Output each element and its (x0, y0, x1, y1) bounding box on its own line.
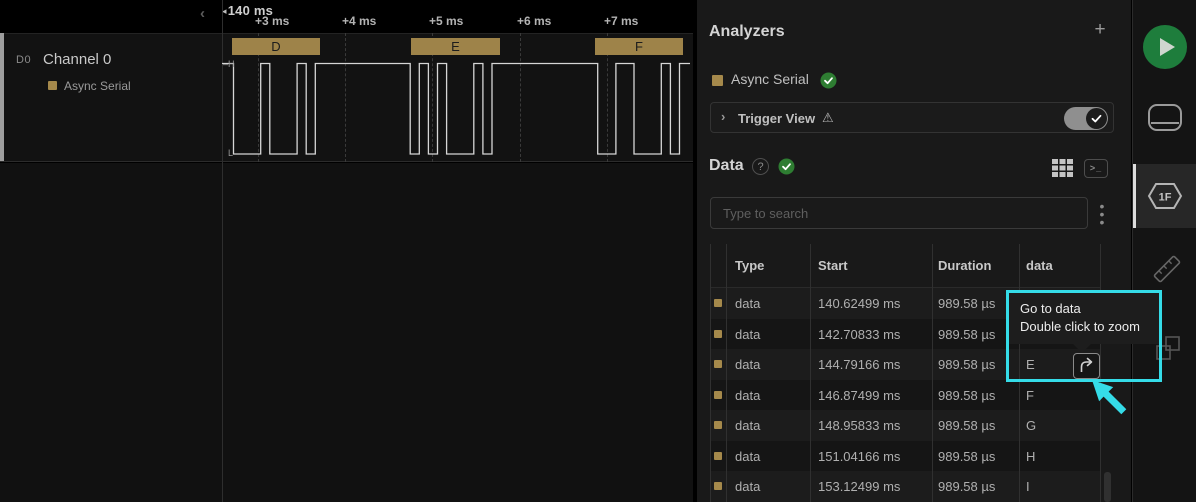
row-analyzer-swatch (714, 452, 722, 460)
row-analyzer-swatch (714, 360, 722, 368)
channel-analyzer-swatch (48, 81, 57, 90)
low-level-label: L (228, 148, 233, 158)
cell-start: 151.04166 ms (818, 449, 900, 464)
timeline-tick-label: +6 ms (517, 14, 551, 28)
cell-duration: 989.58 µs (938, 418, 995, 433)
cell-data: H (1026, 449, 1035, 464)
cell-type: data (735, 357, 760, 372)
cell-duration: 989.58 µs (938, 388, 995, 403)
play-icon (1143, 25, 1187, 69)
table-row[interactable]: data 146.87499 ms 989.58 µs F (710, 380, 1101, 411)
tooltip-bubble: Go to data Double click to zoom (1009, 293, 1159, 344)
timeline-tick-label: +7 ms (604, 14, 638, 28)
cell-type: data (735, 449, 760, 464)
col-header-duration[interactable]: Duration (938, 258, 991, 273)
ruler-icon (1133, 248, 1196, 290)
timeline-tick-label: +3 ms (255, 14, 289, 28)
trigger-view-row[interactable]: › Trigger View ⚠ (710, 102, 1114, 133)
col-header-data[interactable]: data (1026, 258, 1053, 273)
chevron-right-icon[interactable]: › (721, 109, 725, 124)
col-header-start[interactable]: Start (818, 258, 848, 273)
analyzer-item-async-serial[interactable]: Async Serial (731, 71, 809, 87)
cell-data: G (1026, 418, 1036, 433)
analyzer-ok-check-icon (820, 72, 837, 89)
tooltip-notch (1073, 344, 1091, 353)
trigger-view-label: Trigger View (738, 111, 815, 126)
cell-type: data (735, 388, 760, 403)
row-analyzer-swatch (714, 482, 722, 490)
channel-name[interactable]: Channel 0 (43, 51, 111, 68)
cell-type: data (735, 418, 760, 433)
svg-text:1F: 1F (1159, 192, 1172, 204)
search-box (710, 197, 1088, 229)
device-settings-button[interactable] (1133, 96, 1196, 140)
table-view-icon[interactable] (1052, 159, 1073, 177)
device-icon (1133, 96, 1196, 140)
analyzer-color-swatch (712, 75, 723, 86)
capture-tab-active[interactable]: 1F (1133, 164, 1196, 228)
timeline-ruler: ‹ ◂140 ms +3 ms+4 ms+5 ms+6 ms+7 ms (0, 0, 693, 33)
tooltip-line-1: Go to data (1020, 300, 1148, 318)
timeline-back-icon[interactable]: ‹ (200, 5, 216, 23)
terminal-view-icon[interactable]: >_ (1084, 159, 1108, 178)
cell-start: 153.12499 ms (818, 479, 900, 494)
tooltip-line-2: Double click to zoom (1020, 318, 1148, 336)
cell-type: data (735, 296, 760, 311)
toggle-check-icon (1086, 108, 1107, 129)
table-row[interactable]: data 148.95833 ms 989.58 µs G (710, 410, 1101, 441)
cell-start: 148.95833 ms (818, 418, 900, 433)
timeline-tick-label: +5 ms (429, 14, 463, 28)
cell-type: data (735, 479, 760, 494)
cell-duration: 989.58 µs (938, 449, 995, 464)
hex-frame-icon: 1F (1133, 164, 1196, 228)
toggle-knob (1086, 108, 1107, 129)
go-to-arrow-icon (1074, 354, 1099, 378)
measure-button[interactable] (1133, 248, 1196, 290)
empty-track-area (0, 163, 693, 502)
channel-analyzer-label[interactable]: Async Serial (64, 79, 131, 93)
row-analyzer-swatch (714, 330, 722, 338)
analyzers-title: Analyzers (709, 23, 785, 41)
analyzer-side-panel: Analyzers + Async Serial › Trigger View … (697, 0, 1131, 502)
data-ok-check-icon (778, 158, 795, 175)
row-analyzer-swatch (714, 299, 722, 307)
cell-data: I (1026, 479, 1030, 494)
add-analyzer-button[interactable]: + (1091, 21, 1109, 39)
table-scrollbar-thumb[interactable] (1104, 472, 1111, 502)
help-icon[interactable]: ? (752, 158, 769, 175)
cell-duration: 989.58 µs (938, 357, 995, 372)
cell-duration: 989.58 µs (938, 327, 995, 342)
table-row[interactable]: data 153.12499 ms 989.58 µs I (710, 471, 1101, 502)
warning-icon: ⚠ (822, 110, 834, 126)
waveform-panel: ‹ ◂140 ms +3 ms+4 ms+5 ms+6 ms+7 ms D0 C… (0, 0, 693, 502)
col-header-type[interactable]: Type (735, 258, 764, 273)
logic-analyzer-app: ‹ ◂140 ms +3 ms+4 ms+5 ms+6 ms+7 ms D0 C… (0, 0, 1196, 502)
cell-hover-highlight: Go to data Double click to zoom (1006, 290, 1162, 382)
channel-selection-strip (0, 33, 4, 161)
cell-duration: 989.58 µs (938, 479, 995, 494)
timeline-tick-label: +4 ms (342, 14, 376, 28)
trigger-view-toggle[interactable] (1064, 107, 1108, 130)
data-title: Data (709, 157, 744, 175)
cell-duration: 989.58 µs (938, 296, 995, 311)
channel-id: D0 (16, 54, 31, 66)
cell-start: 142.70833 ms (818, 327, 900, 342)
digital-waveform[interactable] (222, 33, 693, 162)
high-level-label: –H (223, 59, 235, 69)
cell-start: 140.62499 ms (818, 296, 900, 311)
table-row[interactable]: data 151.04166 ms 989.58 µs H (710, 441, 1101, 472)
cell-start: 146.87499 ms (818, 388, 900, 403)
cell-type: data (735, 327, 760, 342)
kebab-menu-icon[interactable]: ••• (1097, 202, 1107, 226)
run-capture-button[interactable] (1143, 25, 1187, 69)
right-sidebar-rail: 1F (1132, 0, 1196, 502)
row-analyzer-swatch (714, 421, 722, 429)
row-analyzer-swatch (714, 391, 722, 399)
cell-start: 144.79166 ms (818, 357, 900, 372)
search-input[interactable] (711, 198, 1087, 228)
go-to-data-button[interactable] (1073, 353, 1100, 379)
cell-data: F (1026, 388, 1034, 403)
